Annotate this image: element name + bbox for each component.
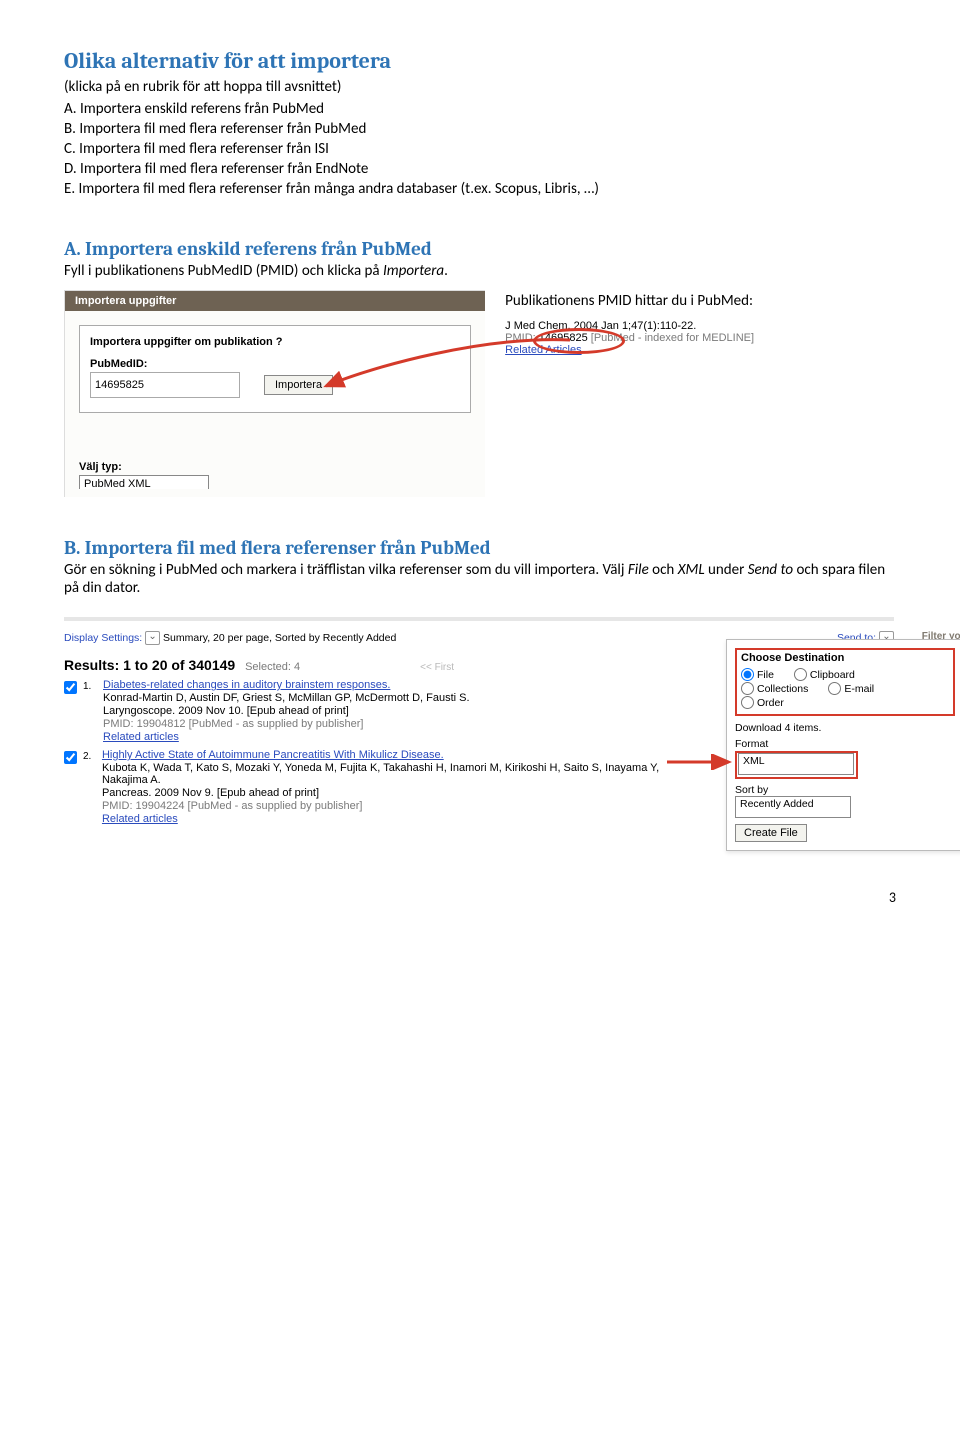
result-title[interactable]: Highly Active State of Autoimmune Pancre… — [102, 749, 674, 761]
create-file-button[interactable]: Create File — [735, 824, 807, 842]
sort-label: Sort by — [735, 784, 955, 796]
display-value: Summary, 20 per page, Sorted by Recently… — [163, 632, 396, 644]
dest-file-label: File — [757, 669, 774, 681]
dest-order-radio[interactable] — [741, 696, 754, 709]
result-related[interactable]: Related articles — [103, 731, 470, 743]
option-c: C. Importera fil med flera referenser fr… — [64, 140, 896, 158]
section-a-body-italic: Importera — [383, 262, 444, 280]
format-label: Format — [735, 738, 955, 750]
page-number: 3 — [0, 889, 960, 906]
result-item: 2. Highly Active State of Autoimmune Pan… — [64, 749, 674, 825]
result-pmid: PMID: 19904224 [PubMed - as supplied by … — [102, 800, 674, 812]
option-a: A. Importera enskild referens från PubMe… — [64, 100, 896, 118]
section-b-body-pre: Gör en sökning i PubMed och markera i tr… — [64, 561, 628, 579]
section-b-body: Gör en sökning i PubMed och markera i tr… — [64, 561, 896, 597]
import-question: Importera uppgifter om publikation ? — [90, 336, 460, 348]
result-checkbox[interactable] — [64, 681, 77, 694]
pubmed-list-shot: Display Settings: ⌄ Summary, 20 per page… — [64, 617, 894, 825]
side-title: Publikationens PMID hittar du i PubMed: — [505, 292, 896, 310]
download-count: Download 4 items. — [735, 722, 955, 734]
import-innerbox: Importera uppgifter om publikation ? Pub… — [79, 325, 471, 413]
option-d: D. Importera fil med flera referenser fr… — [64, 160, 896, 178]
option-e: E. Importera fil med flera referenser fr… — [64, 180, 896, 198]
pubmedid-label: PubMedID: — [90, 358, 460, 370]
chevron-down-icon[interactable]: ⌄ — [145, 631, 160, 645]
section-a-title: A. Importera enskild referens från PubMe… — [64, 238, 896, 260]
section-b-italwhat-sendto: Send to — [748, 561, 793, 579]
format-select[interactable]: XML — [738, 753, 854, 775]
result-authors: Konrad-Martin D, Austin DF, Griest S, Mc… — [103, 692, 470, 704]
section-a-body-pre: Fyll i publikationens PubMedID (PMID) oc… — [64, 262, 383, 280]
citation: J Med Chem. 2004 Jan 1;47(1):110-22. PMI… — [505, 320, 896, 356]
options-list: A. Importera enskild referens från PubMe… — [64, 100, 896, 198]
red-arrow-icon — [665, 754, 737, 770]
section-b-italic-xml: XML — [678, 561, 705, 579]
dest-order-label: Order — [757, 697, 784, 709]
section-b-italic-file: File — [628, 561, 649, 579]
red-highlight-box: Choose Destination File Clipboard Collec… — [735, 648, 955, 716]
dest-file-radio[interactable] — [741, 668, 754, 681]
citation-pmid: 14695825 — [539, 332, 588, 344]
result-item: 1. Diabetes-related changes in auditory … — [64, 679, 674, 743]
result-number: 2. — [83, 751, 96, 762]
valj-typ-select[interactable]: PubMed XML — [79, 475, 209, 489]
dest-collections-radio[interactable] — [741, 682, 754, 695]
selected-count: Selected: 4 — [245, 661, 300, 673]
results-line: Results: 1 to 20 of 340149 Selected: 4 — [64, 657, 300, 673]
result-title[interactable]: Diabetes-related changes in auditory bra… — [103, 679, 470, 691]
dest-email-radio[interactable] — [828, 682, 841, 695]
import-button[interactable]: Importera — [264, 375, 333, 395]
main-title: Olika alternativ för att importera — [64, 48, 896, 74]
result-number: 1. — [83, 681, 97, 692]
pubmedid-input[interactable] — [90, 372, 240, 398]
display-settings[interactable]: Display Settings: ⌄ Summary, 20 per page… — [64, 631, 396, 645]
subtitle: (klicka på en rubrik för att hoppa till … — [64, 78, 896, 96]
side-panel-a: Publikationens PMID hittar du i PubMed: … — [505, 290, 896, 356]
valj-typ-label: Välj typ: — [79, 461, 485, 473]
screenshot-row-a: Importera uppgifter Importera uppgifter … — [64, 290, 896, 497]
import-panel-header: Importera uppgifter — [65, 291, 485, 311]
result-meta: Pancreas. 2009 Nov 9. [Epub ahead of pri… — [102, 787, 674, 799]
result-checkbox[interactable] — [64, 751, 77, 764]
import-panel: Importera uppgifter Importera uppgifter … — [64, 290, 485, 497]
section-b-mid: och — [649, 561, 678, 579]
citation-related[interactable]: Related Articles — [505, 344, 896, 356]
result-meta: Laryngoscope. 2009 Nov 10. [Epub ahead o… — [103, 705, 470, 717]
dest-email-label: E-mail — [844, 683, 874, 695]
section-b-title: B. Importera fil med flera referenser fr… — [64, 537, 896, 559]
section-b-mid2: under — [705, 561, 748, 579]
choose-title: Choose Destination — [741, 652, 949, 664]
dest-collections-label: Collections — [757, 683, 808, 695]
section-a-body: Fyll i publikationens PubMedID (PMID) oc… — [64, 262, 896, 280]
first-page[interactable]: << First — [420, 662, 454, 673]
choose-destination-popup: Choose Destination File Clipboard Collec… — [726, 639, 960, 851]
citation-pmid-label: PMID: — [505, 332, 539, 344]
citation-bracket: [PubMed - indexed for MEDLINE] — [588, 332, 754, 344]
sort-select[interactable]: Recently Added — [735, 796, 851, 818]
result-related[interactable]: Related articles — [102, 813, 674, 825]
top-divider — [64, 617, 894, 621]
option-b: B. Importera fil med flera referenser fr… — [64, 120, 896, 138]
result-authors: Kubota K, Wada T, Kato S, Mozaki Y, Yone… — [102, 762, 674, 786]
citation-line1: J Med Chem. 2004 Jan 1;47(1):110-22. — [505, 320, 896, 332]
result-pmid: PMID: 19904812 [PubMed - as supplied by … — [103, 718, 470, 730]
dest-clipboard-label: Clipboard — [810, 669, 855, 681]
display-label: Display Settings: — [64, 632, 142, 644]
dest-clipboard-radio[interactable] — [794, 668, 807, 681]
section-a-body-post: . — [444, 262, 448, 280]
results-count: Results: 1 to 20 of 340149 — [64, 657, 235, 673]
